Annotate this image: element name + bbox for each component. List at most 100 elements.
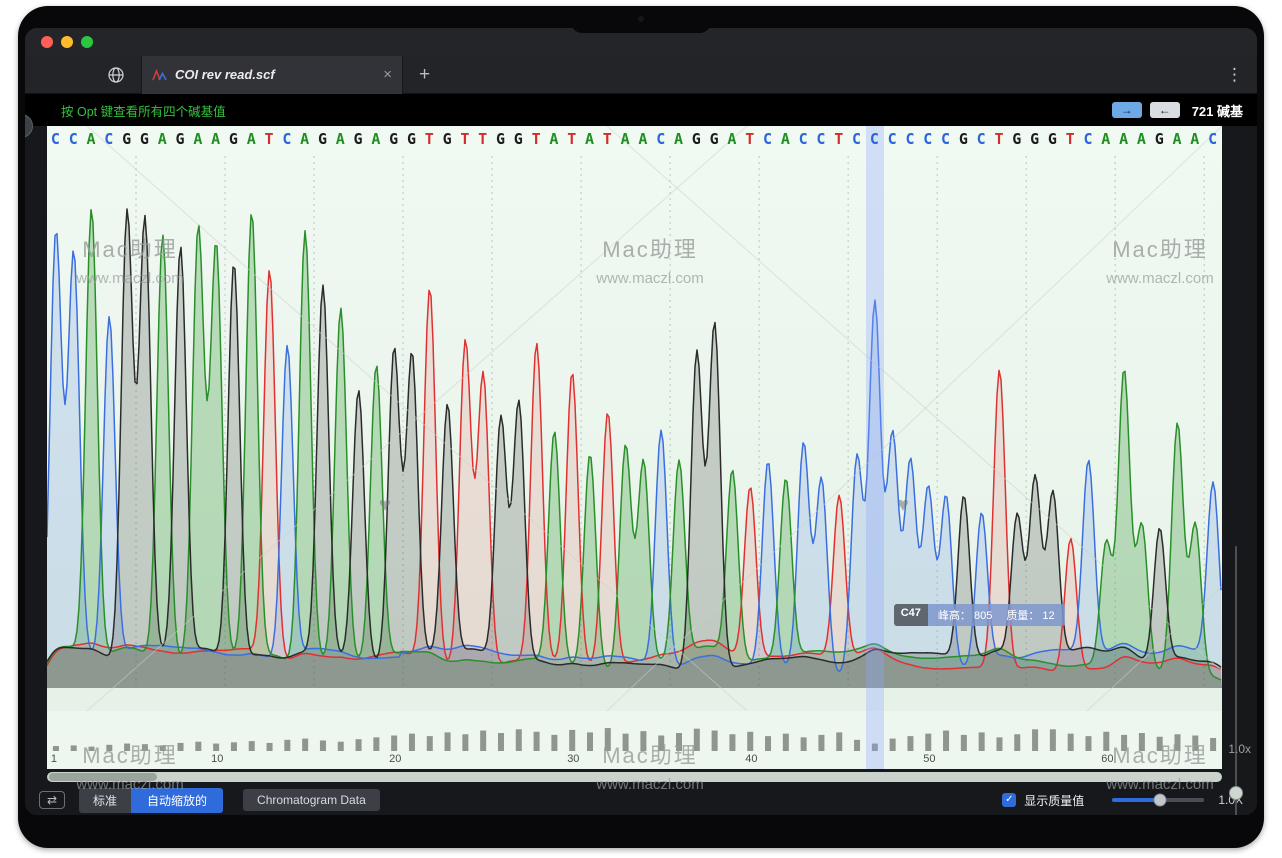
new-tab-button[interactable]: + xyxy=(419,64,430,86)
chromatogram-panel[interactable]: CCACGGAGAAGATCAGAGAGGTGTTGGTATATAACAGGAT… xyxy=(47,126,1222,711)
sequence-base[interactable]: T xyxy=(478,130,487,148)
quality-bar xyxy=(373,737,379,751)
sequence-base[interactable]: G xyxy=(443,130,452,148)
sequence-base[interactable]: G xyxy=(514,130,523,148)
sequence-base[interactable]: A xyxy=(211,130,220,148)
sequence-base[interactable]: G xyxy=(496,130,505,148)
sequence-base[interactable]: C xyxy=(923,130,932,148)
scrollbar-thumb[interactable] xyxy=(49,773,157,781)
sequence-base[interactable]: C xyxy=(51,130,60,148)
sequence-base[interactable]: C xyxy=(69,130,78,148)
sequence-base[interactable]: A xyxy=(727,130,736,148)
sequence-base[interactable]: T xyxy=(834,130,843,148)
sequence-base[interactable]: T xyxy=(265,130,274,148)
sequence-base[interactable]: A xyxy=(1172,130,1181,148)
vertical-zoom-thumb[interactable] xyxy=(1229,786,1243,800)
sequence-base[interactable]: G xyxy=(140,130,149,148)
horizontal-zoom-slider[interactable] xyxy=(1112,798,1204,802)
show-quality-checkbox[interactable]: ✓ xyxy=(1002,793,1016,807)
sequence-base[interactable]: A xyxy=(1101,130,1110,148)
sequence-base[interactable]: C xyxy=(977,130,986,148)
sequence-base[interactable]: C xyxy=(852,130,861,148)
sequence-base[interactable]: A xyxy=(193,130,202,148)
sequence-base[interactable]: T xyxy=(745,130,754,148)
sequence-base[interactable]: C xyxy=(282,130,291,148)
minimize-window-button[interactable] xyxy=(61,36,73,48)
sequence-base[interactable]: G xyxy=(692,130,701,148)
sequence-base[interactable]: A xyxy=(158,130,167,148)
tooltip-peak-height: 峰高： 805 xyxy=(938,607,992,623)
sequence-base[interactable]: T xyxy=(532,130,541,148)
sequence-base[interactable]: G xyxy=(122,130,131,148)
axis-tick-label: 1 xyxy=(51,753,57,765)
sequence-base[interactable]: G xyxy=(229,130,238,148)
quality-bar xyxy=(516,729,522,751)
sequence-base[interactable]: G xyxy=(318,130,327,148)
tab-close-icon[interactable]: × xyxy=(383,66,392,83)
sequence-base[interactable]: A xyxy=(87,130,96,148)
sequence-base[interactable]: C xyxy=(870,130,879,148)
sequence-base[interactable]: A xyxy=(781,130,790,148)
sequence-base[interactable]: A xyxy=(300,130,309,148)
sequence-base[interactable]: A xyxy=(1137,130,1146,148)
sequence-base[interactable]: C xyxy=(905,130,914,148)
sequence-row: CCACGGAGAAGATCAGAGAGGTGTTGGTATATAACAGGAT… xyxy=(47,130,1222,154)
overflow-menu-icon[interactable]: ⋮ xyxy=(1226,65,1243,85)
sequence-base[interactable]: T xyxy=(567,130,576,148)
sequence-base[interactable]: A xyxy=(674,130,683,148)
sequence-base[interactable]: T xyxy=(460,130,469,148)
sequence-base[interactable]: G xyxy=(354,130,363,148)
sequence-base[interactable]: C xyxy=(799,130,808,148)
sequence-base[interactable]: G xyxy=(389,130,398,148)
sequence-base[interactable]: A xyxy=(1119,130,1128,148)
nav-back-button[interactable]: ← xyxy=(1150,102,1180,118)
sequence-base[interactable]: C xyxy=(888,130,897,148)
zoom-window-button[interactable] xyxy=(81,36,93,48)
sequence-base[interactable]: G xyxy=(1012,130,1021,148)
auto-zoom-button[interactable]: 自动缩放的 xyxy=(131,788,223,813)
sequence-base[interactable]: A xyxy=(371,130,380,148)
sequence-base[interactable]: C xyxy=(941,130,950,148)
sequence-base[interactable]: C xyxy=(816,130,825,148)
hint-text: 按 Opt 键查看所有四个碱基值 xyxy=(61,101,226,120)
sequence-base[interactable]: G xyxy=(1155,130,1164,148)
sequence-base[interactable]: G xyxy=(1048,130,1057,148)
sequence-base[interactable]: G xyxy=(407,130,416,148)
vertical-zoom-slider[interactable] xyxy=(1229,546,1243,815)
quality-bar xyxy=(658,736,664,752)
sequence-base[interactable]: C xyxy=(104,130,113,148)
quality-bar xyxy=(427,736,433,751)
close-window-button[interactable] xyxy=(41,36,53,48)
position-axis: 1102030405060 xyxy=(47,753,1222,767)
main-area: → CCACGGAGAAGATCAGAGAGGTGTTGGTATATAACAGG… xyxy=(25,126,1257,785)
sequence-base[interactable]: C xyxy=(1208,130,1217,148)
horizontal-scrollbar[interactable] xyxy=(47,772,1222,782)
sequence-base[interactable]: C xyxy=(1083,130,1092,148)
sequence-base[interactable]: A xyxy=(585,130,594,148)
sequence-base[interactable]: C xyxy=(763,130,772,148)
sequence-base[interactable]: G xyxy=(710,130,719,148)
standard-view-button[interactable]: 标准 xyxy=(79,788,131,813)
sequence-base[interactable]: G xyxy=(176,130,185,148)
quality-bar xyxy=(462,734,468,751)
chromatogram-data-button[interactable]: Chromatogram Data xyxy=(243,789,380,811)
sequence-base[interactable]: A xyxy=(1190,130,1199,148)
globe-icon[interactable] xyxy=(107,66,125,84)
sequence-base[interactable]: A xyxy=(247,130,256,148)
tab-coi-rev-read[interactable]: COI rev read.scf × xyxy=(141,56,403,94)
sequence-base[interactable]: T xyxy=(603,130,612,148)
sequence-base[interactable]: A xyxy=(336,130,345,148)
sequence-base[interactable]: A xyxy=(549,130,558,148)
sequence-base[interactable]: T xyxy=(994,130,1003,148)
sequence-base[interactable]: A xyxy=(638,130,647,148)
sequence-base[interactable]: C xyxy=(656,130,665,148)
heart-marker-icon: ♥ xyxy=(379,494,391,517)
sequence-base[interactable]: A xyxy=(621,130,630,148)
sequence-base[interactable]: T xyxy=(1066,130,1075,148)
sequence-base[interactable]: G xyxy=(1030,130,1039,148)
nav-forward-button[interactable]: → xyxy=(1112,102,1142,118)
sequence-base[interactable]: T xyxy=(425,130,434,148)
horizontal-zoom-thumb[interactable] xyxy=(1154,794,1167,807)
sequence-base[interactable]: G xyxy=(959,130,968,148)
fit-width-icon[interactable]: ⇄ xyxy=(39,791,65,809)
